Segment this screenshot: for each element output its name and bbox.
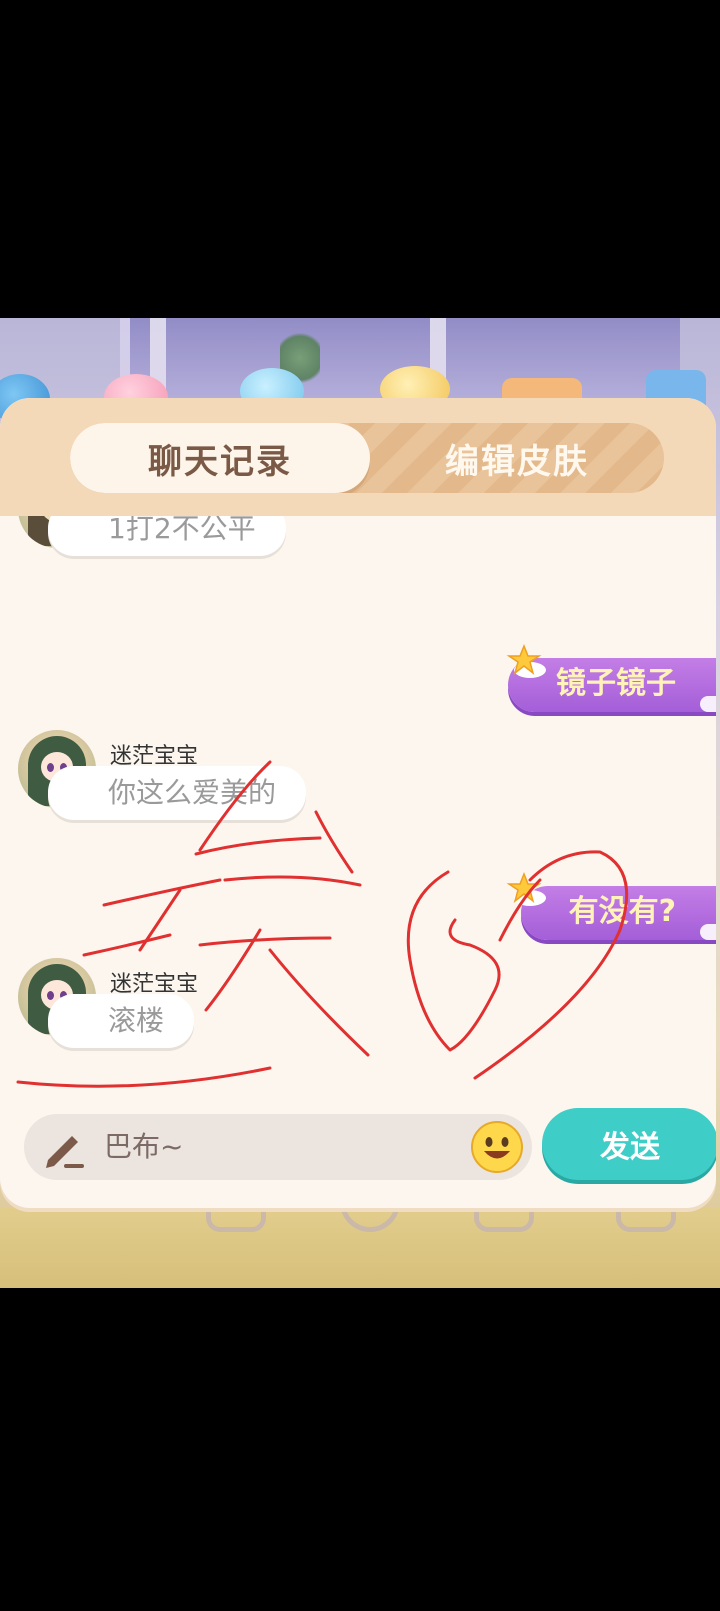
message-bubble: 滚楼: [48, 994, 195, 1048]
chat-input-field[interactable]: 巴布~: [24, 1114, 532, 1180]
smiley-icon[interactable]: [470, 1120, 524, 1174]
message-bubble: 1打2不公平: [48, 516, 286, 556]
tabs-track: 聊天记录 编辑皮肤: [70, 423, 664, 493]
game-screen: 聊天记录 编辑皮肤 1打2不公平 镜子镜子 迷茫宝宝 你这么爱美的 有没有? 迷…: [0, 318, 720, 1288]
star-icon: [506, 871, 546, 906]
cloud-icon: [700, 924, 716, 940]
chat-panel: 聊天记录 编辑皮肤 1打2不公平 镜子镜子 迷茫宝宝 你这么爱美的 有没有? 迷…: [0, 398, 716, 1208]
tab-edit-skin[interactable]: 编辑皮肤: [370, 423, 664, 493]
send-button[interactable]: 发送: [542, 1108, 716, 1180]
bottom-nav-background: [0, 1200, 720, 1288]
tab-chat-history[interactable]: 聊天记录: [70, 423, 370, 493]
cloud-icon: [700, 696, 716, 712]
tab-bar: 聊天记录 编辑皮肤: [0, 398, 716, 516]
message-bubble-self: 有没有?: [520, 886, 716, 940]
chat-history-list[interactable]: 1打2不公平 镜子镜子 迷茫宝宝 你这么爱美的 有没有? 迷茫宝宝 滚楼: [0, 516, 716, 1098]
chat-input-text: 巴布~: [104, 1130, 184, 1163]
star-icon: [506, 643, 546, 678]
pencil-icon: [46, 1136, 84, 1168]
message-bubble: 你这么爱美的: [48, 766, 307, 820]
